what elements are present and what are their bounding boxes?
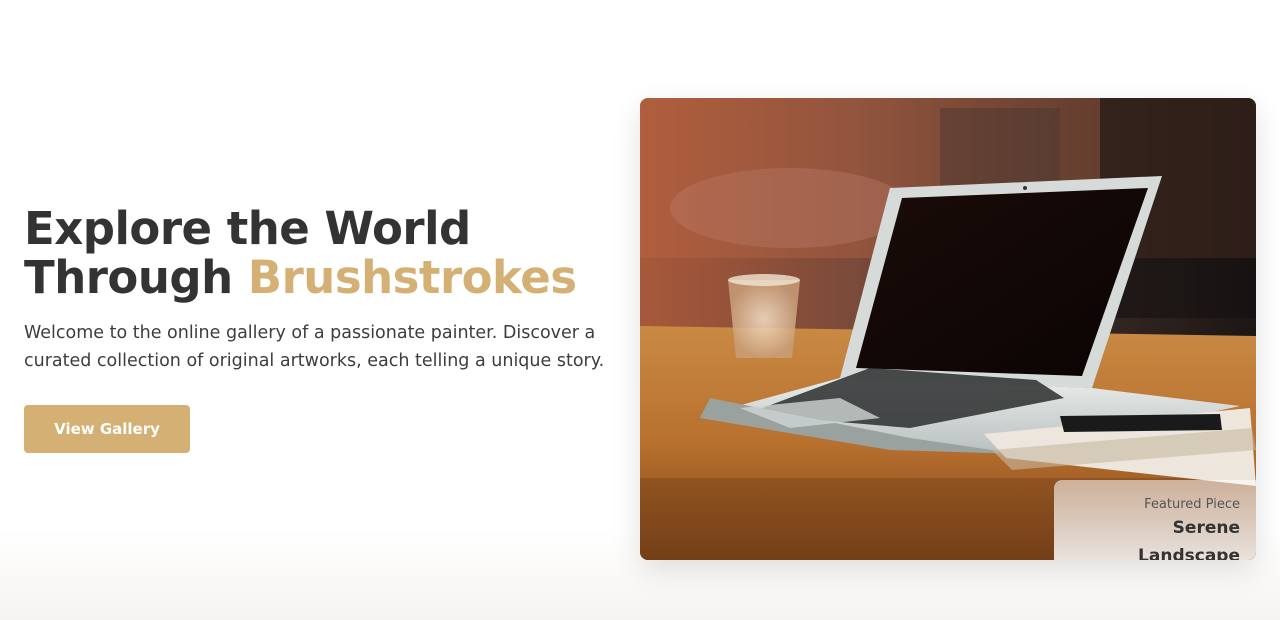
hero-title-line2-prefix: Through: [24, 251, 233, 304]
featured-artwork-card[interactable]: Featured Piece Serene Landscape: [640, 98, 1256, 560]
hero-title-line1: Explore the World: [24, 202, 471, 255]
hero-title: Explore the World Through Brushstrokes: [24, 204, 624, 302]
hero-text-block: Explore the World Through Brushstrokes W…: [24, 204, 624, 375]
view-gallery-button[interactable]: View Gallery: [24, 405, 190, 453]
hero-description: Welcome to the online gallery of a passi…: [24, 323, 605, 371]
hero-title-accent: Brushstrokes: [247, 251, 577, 304]
featured-caption: Featured Piece Serene Landscape: [1054, 480, 1256, 560]
featured-title: Serene Landscape: [1138, 518, 1240, 560]
featured-label: Featured Piece: [1144, 497, 1240, 512]
hero-section: Explore the World Through Brushstrokes W…: [0, 0, 1280, 620]
